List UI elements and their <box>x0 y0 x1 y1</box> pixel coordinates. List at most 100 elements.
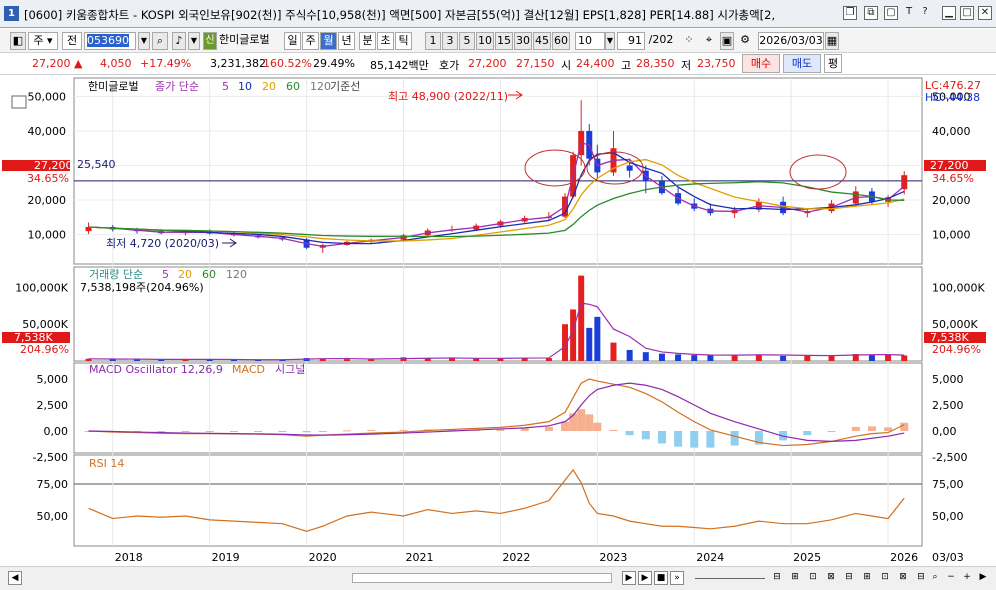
play-icon[interactable]: ▶ <box>638 571 652 585</box>
save-icon[interactable]: ▣ <box>720 32 734 50</box>
stop-icon[interactable]: ■ <box>654 571 668 585</box>
period-tab-0[interactable]: 일 <box>284 32 301 50</box>
price-tag-left-text: 27,200 <box>34 159 73 172</box>
scroll-thumb[interactable] <box>352 573 612 583</box>
macd-osc-bar <box>706 431 715 448</box>
interval-dropdown-icon[interactable]: ▼ <box>605 32 615 50</box>
macd-osc-bar <box>367 429 376 431</box>
search-icon[interactable]: ⌕ <box>152 32 168 50</box>
macd-ytick-right: 0,00 <box>932 425 957 438</box>
fast-forward-icon[interactable]: » <box>670 571 684 585</box>
scatter-icon[interactable]: ⁘ <box>680 32 698 50</box>
macd-osc-bar <box>254 431 263 432</box>
macd-osc-bar <box>609 429 618 431</box>
zoom-search-icon[interactable]: ⌕ <box>928 571 942 585</box>
volume-current-label: 7,538,198주(204.96%) <box>80 281 204 294</box>
x-axis-label: 2025 <box>793 551 821 564</box>
view-icon-8[interactable]: ⊠ <box>896 571 910 585</box>
link-icon[interactable]: ⧉ <box>864 6 878 20</box>
macd-osc-bar <box>900 422 909 431</box>
zoom-in-icon[interactable]: + <box>960 571 974 585</box>
scroll-right-end-icon[interactable]: ▶ <box>976 571 990 585</box>
grid-toggle-icon[interactable] <box>11 95 27 109</box>
window-restore-icon[interactable]: ❐ <box>843 6 857 20</box>
period-tab-3[interactable]: 년 <box>338 32 355 50</box>
type-select[interactable]: 전 <box>62 32 82 50</box>
volume-ma-legend-60: 60 <box>202 268 216 281</box>
code-dropdown-icon[interactable]: ▼ <box>138 32 150 50</box>
interval-input[interactable]: 10 <box>575 32 605 50</box>
interval-button-45[interactable]: 45 <box>533 32 551 50</box>
period-tab-4[interactable]: 분 <box>359 32 376 50</box>
view-icon-3[interactable]: ⊡ <box>806 571 820 585</box>
rsi-ytick-right: 50,00 <box>932 510 964 523</box>
period-tab-1[interactable]: 주 <box>302 32 319 50</box>
baseline-value-label: 25,540 <box>77 158 116 171</box>
price-ytick-left: 10,000 <box>28 229 67 242</box>
macd-osc-bar <box>657 431 666 444</box>
volume-bar <box>901 355 908 361</box>
rsi-legend: RSI 14 <box>89 457 124 470</box>
crosshair-icon[interactable]: ⌖ <box>700 32 718 50</box>
settings-icon[interactable]: T <box>902 6 916 20</box>
x-axis-label: 2019 <box>212 551 240 564</box>
interval-button-5[interactable]: 5 <box>459 32 475 50</box>
view-icon-9[interactable]: ⊟ <box>914 571 928 585</box>
view-icon-6[interactable]: ⊞ <box>860 571 874 585</box>
minimize-icon[interactable]: ▁ <box>942 6 956 20</box>
zoom-slider-icon[interactable] <box>695 578 765 579</box>
help-icon[interactable]: ? <box>918 6 932 20</box>
period-tab-2[interactable]: 월 <box>320 32 337 50</box>
volume-bar <box>594 316 601 361</box>
change-percent: +17.49% <box>140 57 192 70</box>
sound-icon[interactable]: ♪ <box>172 32 186 50</box>
macd-ytick-right: 5,000 <box>932 373 964 386</box>
stock-code-input[interactable]: 053690 <box>84 32 136 50</box>
interval-button-60[interactable]: 60 <box>552 32 570 50</box>
view-icon-5[interactable]: ⊟ <box>842 571 856 585</box>
interval-button-1[interactable]: 1 <box>425 32 441 50</box>
volume-bar <box>448 358 455 361</box>
sound-dropdown-icon[interactable]: ▼ <box>188 32 200 50</box>
maximize-icon[interactable]: □ <box>960 6 974 20</box>
sell-button[interactable]: 매도 <box>783 54 821 73</box>
interval-button-3[interactable]: 3 <box>442 32 458 50</box>
pct-tag-left: 34.65% <box>27 172 69 185</box>
calendar-icon[interactable]: ▦ <box>825 32 839 50</box>
price-legend-name: 한미글로벌 <box>88 80 139 93</box>
macd-osc-bar <box>496 429 505 431</box>
gear-icon[interactable]: ⚙ <box>737 32 753 50</box>
zoom-out-icon[interactable]: − <box>944 571 958 585</box>
open-label: 시 <box>561 59 572 72</box>
buy-button[interactable]: 매수 <box>742 54 780 73</box>
period-tab-6[interactable]: 틱 <box>395 32 412 50</box>
chart-scrollbar[interactable]: ◀ ▶ ▶ ■ » ⊟ ⊞ ⊡ ⊠ ⊟ ⊞ ⊡ ⊠ ⊟ ⌕ − + ▶ <box>0 566 996 590</box>
candle-body <box>626 165 633 171</box>
chart-area[interactable]: 50,00050,00040,00040,00030,00030,00020,0… <box>0 76 996 566</box>
view-icon-2[interactable]: ⊞ <box>788 571 802 585</box>
scroll-right-icon[interactable]: ▶ <box>622 571 636 585</box>
macd-osc-bar <box>585 414 594 431</box>
chart-toolbar: ◧ 주 ▾ 전 053690 ▼ ⌕ ♪ ▼ 신 한미글로벌 10 ▼ 91 /… <box>0 29 996 53</box>
hoga-label: 호가 <box>439 59 460 72</box>
price-tag-right-text: 27,200 <box>930 159 969 172</box>
count-input[interactable]: 91 <box>617 32 645 50</box>
date-input[interactable]: 2026/03/03 <box>758 32 824 50</box>
eval-button[interactable]: 평 <box>824 54 842 73</box>
interval-button-15[interactable]: 15 <box>495 32 513 50</box>
interval-button-30[interactable]: 30 <box>514 32 532 50</box>
scroll-left-icon[interactable]: ◀ <box>8 571 22 585</box>
interval-button-10[interactable]: 10 <box>476 32 494 50</box>
period-tab-5[interactable]: 초 <box>377 32 394 50</box>
copy-icon[interactable]: ▢ <box>884 6 898 20</box>
view-icon-7[interactable]: ⊡ <box>878 571 892 585</box>
chart-canvas[interactable]: 50,00050,00040,00040,00030,00030,00020,0… <box>0 76 996 566</box>
close-icon[interactable]: ✕ <box>978 6 992 20</box>
view-icon-1[interactable]: ⊟ <box>770 571 784 585</box>
rsi-ytick-left: 50,00 <box>37 510 69 523</box>
view-icon-4[interactable]: ⊠ <box>824 571 838 585</box>
app-icon: 1 <box>4 6 19 21</box>
layout-icon[interactable]: ◧ <box>10 32 26 50</box>
period-select[interactable]: 주 ▾ <box>28 32 58 50</box>
volume-pct-left: 204.96% <box>20 343 69 356</box>
